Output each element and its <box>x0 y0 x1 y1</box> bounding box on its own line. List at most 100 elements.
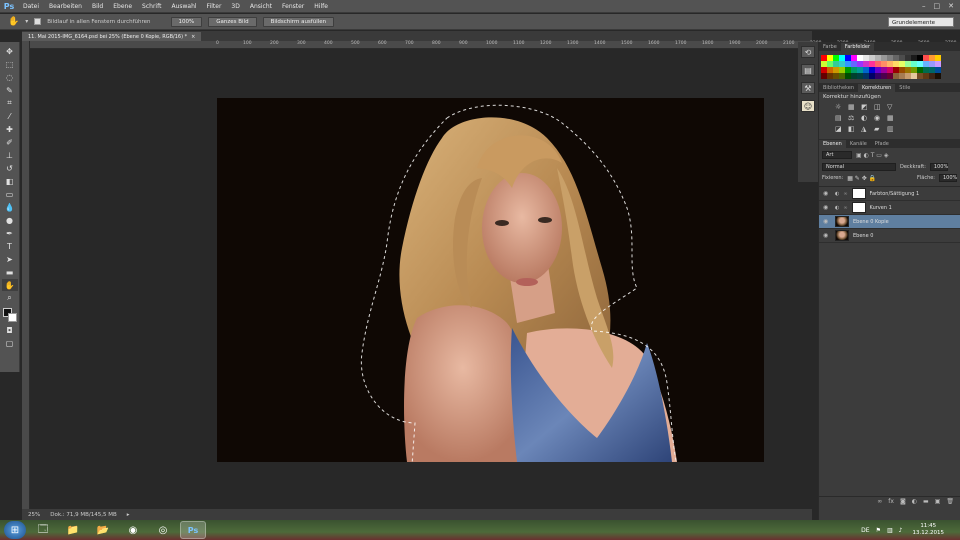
link-icon[interactable]: ∞ <box>843 205 847 211</box>
volume-icon[interactable]: ♪ <box>899 527 903 534</box>
opacity-field[interactable]: 100% <box>929 163 948 171</box>
pen-tool-icon[interactable]: ✒ <box>2 227 18 239</box>
menu-item-bearbeiten[interactable]: Bearbeiten <box>44 3 87 10</box>
properties-panel-icon[interactable]: ▤ <box>801 64 815 76</box>
start-button[interactable]: ⊞ <box>4 521 26 539</box>
language-indicator[interactable]: DE <box>861 527 869 534</box>
tab-adjustments[interactable]: Korrekturen <box>858 84 896 92</box>
color-swatch[interactable] <box>935 73 941 79</box>
adjustment-icon[interactable]: ◮ <box>861 126 869 133</box>
zoom-tool-icon[interactable]: ⌕ <box>2 292 18 304</box>
layer-mask-thumbnail[interactable] <box>851 202 866 213</box>
eraser-tool-icon[interactable]: ◧ <box>2 175 18 187</box>
hand-tool-icon[interactable]: ✋ <box>1 279 18 291</box>
adjustment-icon[interactable]: ▥ <box>887 126 895 133</box>
minimize-button[interactable]: – <box>922 2 926 10</box>
close-window-button[interactable]: ✕ <box>948 2 954 10</box>
ruler-vertical[interactable] <box>22 41 30 509</box>
tab-channels[interactable]: Kanäle <box>846 140 871 148</box>
tab-libraries[interactable]: Bibliotheken <box>819 84 858 92</box>
delete-layer-icon[interactable]: 🗑 <box>946 498 954 505</box>
history-panel-icon[interactable]: ⟲ <box>801 46 815 58</box>
close-tab-icon[interactable]: × <box>191 34 195 40</box>
adjustment-icon[interactable]: ◐ <box>861 115 869 122</box>
visibility-eye-icon[interactable]: ◉ <box>823 204 831 211</box>
layer-name[interactable]: Farbton/Sättigung 1 <box>870 191 920 197</box>
adjustment-icon[interactable]: ▤ <box>835 115 843 122</box>
color-swatches[interactable] <box>2 307 18 323</box>
adjustment-icon[interactable]: ◩ <box>861 104 869 111</box>
taskbar-explorer-icon[interactable]: 🗔 <box>30 521 56 539</box>
layer-thumbnail[interactable] <box>835 230 849 241</box>
type-tool-icon[interactable]: T <box>2 240 18 252</box>
tab-layers[interactable]: Ebenen <box>819 140 846 148</box>
layer-row[interactable]: ◉ ◐ ∞ Farbton/Sättigung 1 <box>819 187 960 201</box>
menu-item-bild[interactable]: Bild <box>87 3 108 10</box>
tab-styles[interactable]: Stile <box>895 84 914 92</box>
layer-filter-select[interactable]: Art <box>822 151 852 159</box>
link-icon[interactable]: ∞ <box>843 191 847 197</box>
tool-preset-arrow-icon[interactable]: ▾ <box>25 18 28 25</box>
dodge-tool-icon[interactable]: ● <box>2 214 18 226</box>
layer-name[interactable]: Ebene 0 Kopie <box>853 219 889 225</box>
taskbar-firefox-icon[interactable]: ◉ <box>120 521 146 539</box>
adjustment-icon[interactable]: ◉ <box>874 115 882 122</box>
menu-item-hilfe[interactable]: Hilfe <box>309 3 333 10</box>
fill-field[interactable]: 100% <box>939 174 957 182</box>
menu-item-ebene[interactable]: Ebene <box>108 3 137 10</box>
adjustment-icon[interactable]: ▦ <box>887 115 895 122</box>
tab-color[interactable]: Farbe <box>819 43 841 51</box>
marquee-tool-icon[interactable]: ⬚ <box>2 58 18 70</box>
blend-mode-select[interactable]: Normal <box>822 163 896 171</box>
zoom-100-button[interactable]: 100% <box>170 16 203 27</box>
quick-selection-tool-icon[interactable]: ✎ <box>2 84 18 96</box>
crop-tool-icon[interactable]: ⌗ <box>2 97 18 109</box>
zoom-level[interactable]: 25% <box>28 512 40 518</box>
link-layers-icon[interactable]: ∞ <box>877 498 882 505</box>
hand-tool-icon[interactable]: ✋ <box>8 17 19 27</box>
tool-presets-icon[interactable]: ⚒ <box>801 82 815 94</box>
scroll-all-windows-checkbox[interactable] <box>34 18 42 25</box>
tab-paths[interactable]: Pfade <box>871 140 893 148</box>
layer-style-icon[interactable]: fx <box>888 498 894 505</box>
menu-item-datei[interactable]: Datei <box>18 3 44 10</box>
layer-name[interactable]: Ebene 0 <box>853 233 873 239</box>
adjustment-icon[interactable]: ⚖ <box>848 115 856 122</box>
taskbar-folder2-icon[interactable]: 📂 <box>90 521 116 539</box>
document-image[interactable] <box>217 98 764 462</box>
layer-name[interactable]: Kurven 1 <box>870 205 892 211</box>
layer-row[interactable]: ◉ ◐ ∞ Kurven 1 <box>819 201 960 215</box>
network-icon[interactable]: ▥ <box>887 527 893 534</box>
adjustment-icon[interactable]: ◪ <box>835 126 843 133</box>
menu-item-auswahl[interactable]: Auswahl <box>166 3 201 10</box>
fill-screen-button[interactable]: Bildschirm ausfüllen <box>262 16 335 27</box>
path-selection-icon[interactable]: ➤ <box>2 253 18 265</box>
workspace-select[interactable]: Grundelemente <box>888 17 954 27</box>
visibility-eye-icon[interactable]: ◉ <box>823 232 831 239</box>
clock[interactable]: 11:45 13.12.2015 <box>913 523 960 537</box>
adjustment-icon[interactable]: ◧ <box>848 126 856 133</box>
layer-mask-thumbnail[interactable] <box>851 188 866 199</box>
menu-item-fenster[interactable]: Fenster <box>277 3 309 10</box>
new-group-icon[interactable]: ▬ <box>923 498 929 505</box>
new-adjustment-icon[interactable]: ◐ <box>912 498 917 505</box>
maximize-button[interactable]: □ <box>934 2 941 10</box>
background-color[interactable] <box>7 313 17 322</box>
eyedropper-tool-icon[interactable]: ⁄ <box>2 110 18 122</box>
shape-tool-icon[interactable]: ▬ <box>2 266 18 278</box>
swatch-preview-icon[interactable]: ☺ <box>801 100 815 112</box>
visibility-eye-icon[interactable]: ◉ <box>823 190 831 197</box>
clone-stamp-icon[interactable]: ⊥ <box>2 149 18 161</box>
visibility-eye-icon[interactable]: ◉ <box>823 218 831 225</box>
layer-row[interactable]: ◉ Ebene 0 <box>819 229 960 243</box>
layer-thumbnail[interactable] <box>835 216 849 227</box>
brush-tool-icon[interactable]: ✐ <box>2 136 18 148</box>
layer-row[interactable]: ◉ Ebene 0 Kopie <box>819 215 960 229</box>
taskbar-photoshop-icon[interactable]: Ps <box>180 521 206 539</box>
healing-brush-icon[interactable]: ✚ <box>2 123 18 135</box>
adjustment-icon[interactable]: ▽ <box>887 104 895 111</box>
status-arrow-icon[interactable]: ▸ <box>127 512 130 518</box>
ruler-horizontal[interactable]: 0 100 200 300 400 500 600 700 800 900 1000 1100 1200… <box>30 41 956 49</box>
document-tab[interactable]: 11. Mai 2015-IMG_6164.psd bei 25% (Ebene… <box>22 32 202 41</box>
gradient-tool-icon[interactable]: ▭ <box>2 188 18 200</box>
